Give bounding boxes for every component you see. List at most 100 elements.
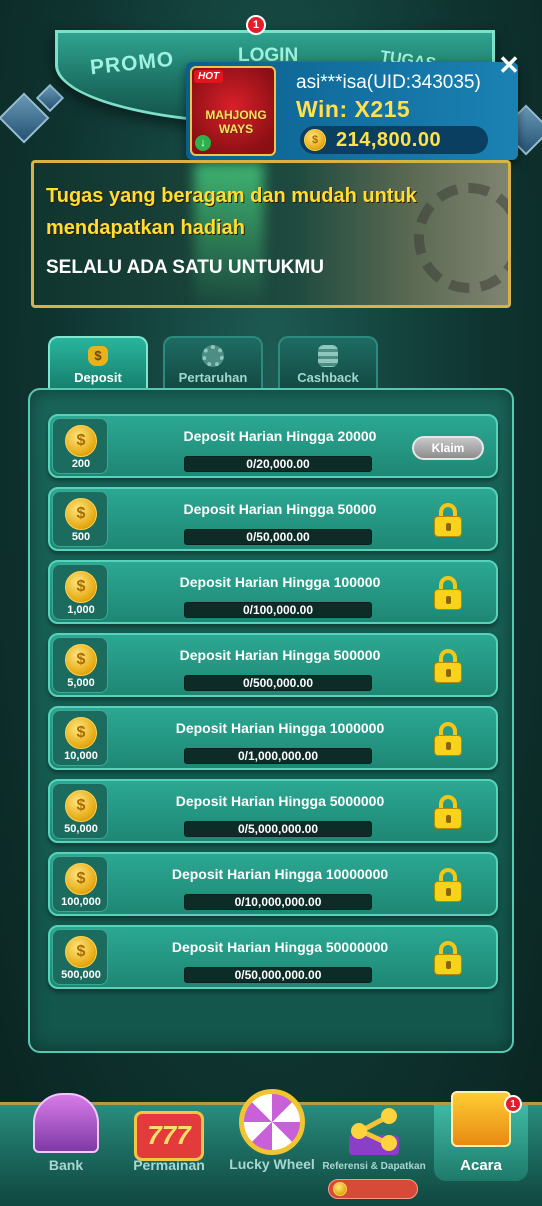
- nav-bank-label: Bank: [48, 1157, 84, 1173]
- reward-amount: 50,000: [64, 823, 98, 835]
- share-icon: [349, 1108, 399, 1155]
- lock-icon: [434, 868, 462, 902]
- banner-headline-1: Tugas yang beragam dan mudah untuk: [46, 185, 417, 207]
- reward-amount: 500,000: [61, 969, 101, 981]
- poker-chip-decoration: [414, 183, 508, 293]
- coin-icon: $: [65, 425, 97, 457]
- lock-icon: [434, 722, 462, 756]
- coin-icon: $: [65, 498, 97, 530]
- progress-bar: 0/500,000.00: [184, 675, 372, 691]
- reward-amount: 1,000: [67, 604, 95, 616]
- lock-icon: [434, 795, 462, 829]
- chip-icon: [201, 345, 225, 367]
- task-row: $500,000 Deposit Harian Hingga 50000000 0/…: [48, 925, 498, 989]
- balance-pill[interactable]: [328, 1179, 418, 1199]
- banner-subline: SELALU ADA SATU UNTUKMU: [46, 257, 324, 278]
- tab-pertaruhan-label: Pertaruhan: [178, 370, 248, 385]
- reward-box: $500,000: [52, 929, 108, 985]
- coin-icon: $: [65, 644, 97, 676]
- reward-box: $1,000: [52, 564, 108, 620]
- tab-deposit[interactable]: $ Deposit: [48, 336, 148, 388]
- task-title: Deposit Harian Hingga 100000: [179, 574, 381, 590]
- nav-acara[interactable]: Acara: [440, 1091, 522, 1181]
- progress-bar: 0/50,000,000.00: [184, 967, 372, 983]
- task-title: Deposit Harian Hingga 500000: [179, 647, 381, 663]
- coin-icon: [333, 1182, 347, 1196]
- coin-stack-icon: [316, 345, 340, 367]
- bank-icon: [33, 1093, 99, 1153]
- task-row: $10,000 Deposit Harian Hingga 1000000 0/1,…: [48, 706, 498, 770]
- progress-text: 0/50,000,000.00: [234, 968, 322, 982]
- task-row: $200 Deposit Harian Hingga 20000 0/20,000.…: [48, 414, 498, 478]
- task-title: Deposit Harian Hingga 20000: [183, 428, 377, 444]
- nav-permainan-label: Permainan: [133, 1157, 205, 1173]
- reward-box: $50,000: [52, 783, 108, 839]
- task-panel: $200 Deposit Harian Hingga 20000 0/20,000.…: [28, 388, 514, 1053]
- nav-lucky-wheel-label: Lucky Wheel: [229, 1156, 315, 1172]
- task-row: $5,000 Deposit Harian Hingga 500000 0/500,…: [48, 633, 498, 697]
- reward-amount: 500: [71, 531, 91, 543]
- progress-text: 0/100,000.00: [242, 603, 314, 617]
- coin-icon: $: [65, 936, 97, 968]
- slot-machine-icon: 777: [134, 1111, 204, 1161]
- lock-icon: [434, 941, 462, 975]
- progress-bar: 0/100,000.00: [184, 602, 372, 618]
- nav-acara-label: Acara: [460, 1157, 502, 1174]
- task-title: Deposit Harian Hingga 50000000: [171, 939, 389, 955]
- tab-deposit-label: Deposit: [74, 370, 122, 385]
- progress-bar: 0/10,000,000.00: [184, 894, 372, 910]
- reward-amount: 100,000: [61, 896, 101, 908]
- task-title: Deposit Harian Hingga 10000000: [171, 866, 389, 882]
- coin-icon: $: [65, 717, 97, 749]
- lock-icon: [434, 649, 462, 683]
- task-title: Deposit Harian Hingga 50000: [183, 501, 377, 517]
- task-title: Deposit Harian Hingga 5000000: [175, 793, 385, 809]
- task-title: Deposit Harian Hingga 1000000: [175, 720, 385, 736]
- win-notification-popup[interactable]: HOT MAHJONG WAYS ↓ asi***isa(UID:343035)…: [186, 62, 518, 160]
- claim-button[interactable]: Klaim: [412, 436, 484, 460]
- reward-box: $5,000: [52, 637, 108, 693]
- acara-notification-badge: 1: [504, 1095, 522, 1113]
- money-bag-icon: $: [86, 345, 110, 367]
- coin-icon: $: [65, 863, 97, 895]
- task-row: $100,000 Deposit Harian Hingga 10000000 0/…: [48, 852, 498, 916]
- reward-box: $200: [52, 418, 108, 474]
- progress-bar: 0/1,000,000.00: [184, 748, 372, 764]
- close-icon[interactable]: ✕: [496, 52, 522, 78]
- banner-headline-2: mendapatkan hadiah: [46, 217, 245, 239]
- game-name: MAHJONG WAYS: [205, 108, 267, 136]
- promo-banner: Tugas yang beragam dan mudah untuk menda…: [31, 160, 511, 308]
- progress-bar: 0/50,000.00: [184, 529, 372, 545]
- progress-text: 0/1,000,000.00: [237, 749, 319, 763]
- coin-icon: $: [65, 790, 97, 822]
- game-thumbnail[interactable]: HOT MAHJONG WAYS ↓: [190, 66, 276, 156]
- login-notification-badge: 1: [246, 15, 266, 35]
- reward-amount: 10,000: [64, 750, 98, 762]
- gift-box-icon: [451, 1091, 511, 1147]
- tab-pertaruhan[interactable]: Pertaruhan: [163, 336, 263, 388]
- reward-box: $500: [52, 491, 108, 547]
- win-balance-box: $ 214,800.00: [300, 126, 488, 154]
- coin-icon: $: [304, 129, 326, 151]
- reward-amount: 200: [71, 458, 91, 470]
- progress-text: 0/20,000.00: [246, 457, 310, 471]
- progress-bar: 0/5,000,000.00: [184, 821, 372, 837]
- task-row: $50,000 Deposit Harian Hingga 5000000 0/5,…: [48, 779, 498, 843]
- download-icon: ↓: [195, 135, 211, 151]
- progress-bar: 0/20,000.00: [184, 456, 372, 472]
- progress-text: 0/50,000.00: [246, 530, 310, 544]
- reward-box: $100,000: [52, 856, 108, 912]
- nav-permainan[interactable]: 777 Permainan: [126, 1105, 212, 1181]
- nav-lucky-wheel[interactable]: Lucky Wheel: [224, 1089, 320, 1181]
- win-multiplier: Win: X215: [296, 96, 411, 122]
- win-balance: 214,800.00: [336, 128, 442, 151]
- win-username: asi***isa(UID:343035): [296, 72, 481, 93]
- lock-icon: [434, 576, 462, 610]
- lucky-wheel-icon: [239, 1089, 305, 1155]
- bottom-nav: Bank 777 Permainan Lucky Wheel Referensi…: [0, 1089, 542, 1206]
- tab-cashback[interactable]: Cashback: [278, 336, 378, 388]
- nav-referensi[interactable]: Referensi & Dapatkan: [320, 1105, 428, 1181]
- hot-tag: HOT: [194, 70, 224, 83]
- reward-box: $10,000: [52, 710, 108, 766]
- nav-bank[interactable]: Bank: [26, 1093, 106, 1181]
